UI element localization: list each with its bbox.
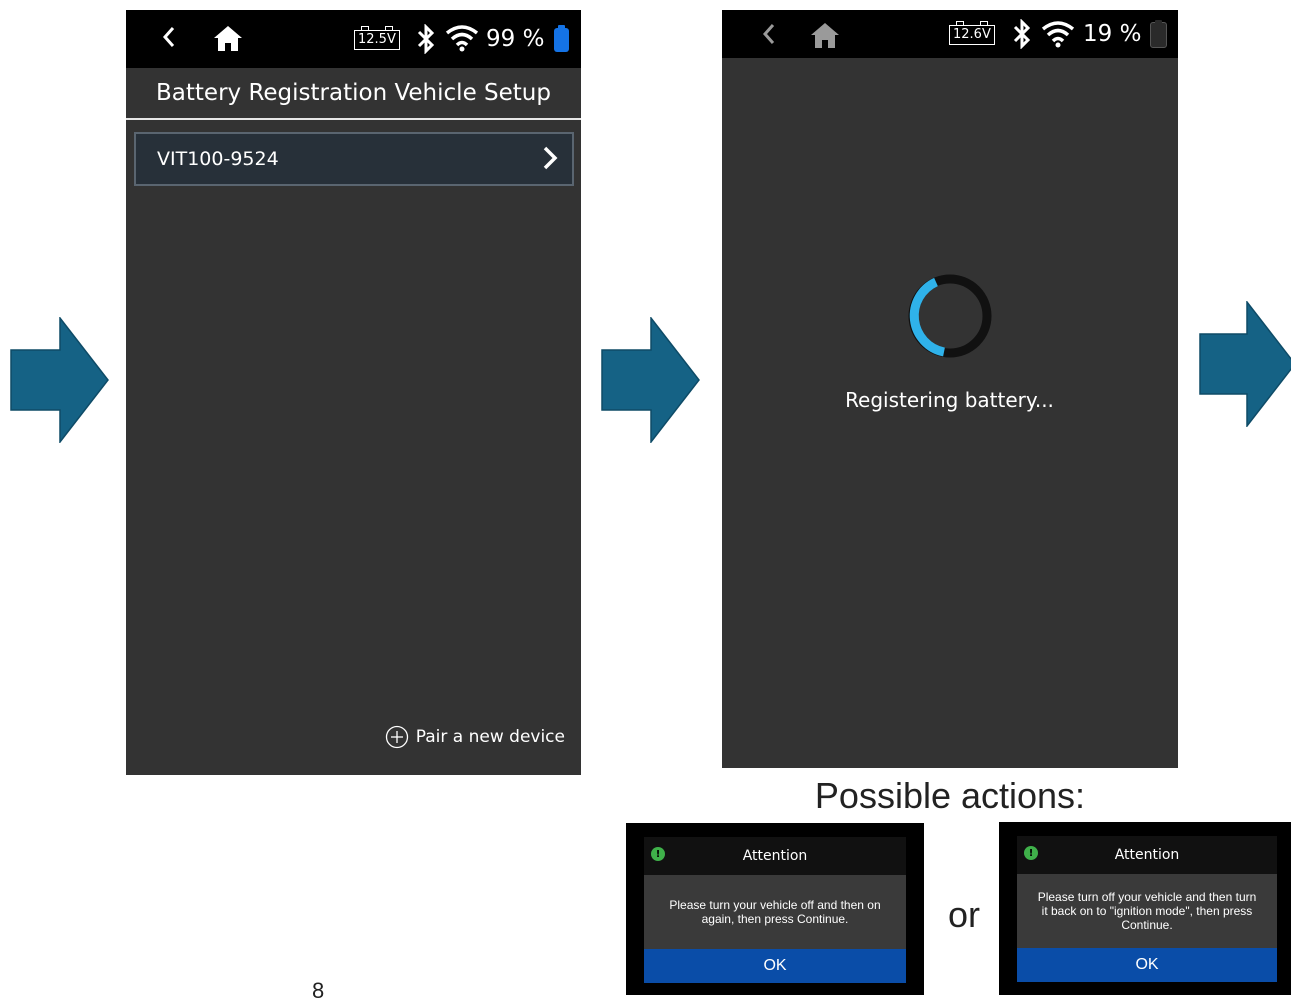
or-separator: or: [948, 894, 981, 935]
attention-dialog-2: ! Attention Please turn off your vehicle…: [999, 822, 1291, 995]
home-icon[interactable]: [212, 24, 244, 52]
flow-arrow-1: [10, 317, 109, 443]
battery-icon: [554, 25, 569, 52]
status-bar: 12.5V 99 %: [126, 10, 581, 68]
bluetooth-icon: [416, 24, 436, 54]
add-circle-icon: [385, 725, 409, 749]
possible-actions-caption: Possible actions:: [814, 775, 1086, 816]
wifi-icon: [1040, 20, 1076, 48]
ok-button[interactable]: OK: [1017, 948, 1277, 982]
home-icon[interactable]: [809, 21, 841, 49]
dialog-header: ! Attention: [1017, 836, 1277, 874]
dialog-header: ! Attention: [644, 837, 906, 875]
dialog-message: Please turn your vehicle off and then on…: [644, 875, 906, 949]
flow-arrow-2: [601, 317, 700, 443]
alert-icon: !: [1024, 846, 1038, 860]
battery-icon: [1150, 20, 1167, 48]
loading-spinner-icon: [908, 274, 992, 358]
dialog-title: Attention: [1114, 847, 1180, 863]
back-icon[interactable]: [762, 23, 776, 45]
status-bar: 12.6V 19 %: [722, 10, 1178, 58]
bluetooth-icon: [1012, 19, 1032, 49]
dialog-title: Attention: [742, 848, 808, 864]
battery-voltage-indicator: 12.6V: [949, 21, 995, 45]
ok-button[interactable]: OK: [644, 949, 906, 983]
registering-message: Registering battery...: [845, 388, 1054, 412]
vehicle-setup-screen: 12.5V 99 % Battery Registration Vehicle …: [126, 10, 581, 775]
dialog-message: Please turn off your vehicle and then tu…: [1017, 874, 1277, 948]
page-title: Battery Registration Vehicle Setup: [126, 68, 581, 120]
registering-screen: 12.6V 19 % Registering battery...: [722, 10, 1178, 768]
device-name: VIT100-9524: [157, 148, 279, 170]
battery-voltage-indicator: 12.5V: [354, 26, 400, 50]
chevron-right-icon: [542, 146, 558, 174]
battery-percentage: 99 %: [486, 26, 545, 52]
pair-new-device-label: Pair a new device: [415, 727, 565, 747]
attention-dialog-1: ! Attention Please turn your vehicle off…: [626, 823, 924, 995]
device-list-item[interactable]: VIT100-9524: [134, 132, 574, 186]
wifi-icon: [444, 24, 480, 52]
page-number: 8: [312, 978, 325, 1003]
pair-new-device-button[interactable]: Pair a new device: [385, 725, 565, 749]
battery-percentage: 19 %: [1083, 21, 1142, 47]
back-icon[interactable]: [162, 26, 176, 48]
flow-arrow-3: [1199, 301, 1291, 427]
alert-icon: !: [651, 847, 665, 861]
